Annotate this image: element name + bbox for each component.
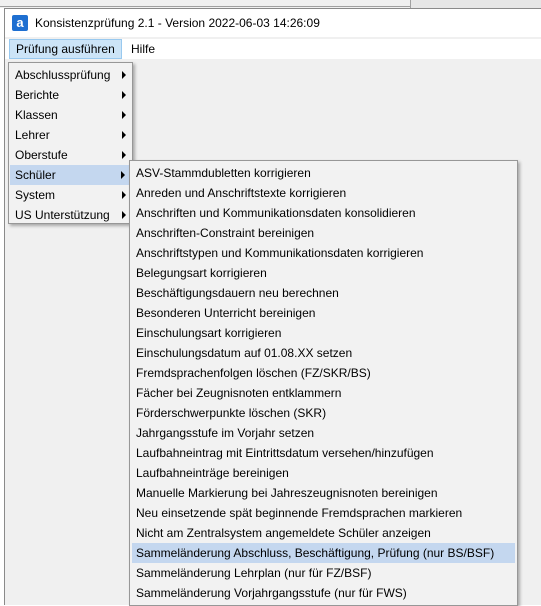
menu-item-label: Berichte [15,88,60,102]
submenu-arrow-icon [122,91,126,99]
menu-item-lehrer[interactable]: Lehrer [9,125,132,145]
menu-item-berichte[interactable]: Berichte [9,85,132,105]
submenu-arrow-icon [122,211,126,219]
menu-item-label: Klassen [15,108,58,122]
submenu-item-manuelle-markierung[interactable]: Manuelle Markierung bei Jahreszeugnisnot… [130,483,517,503]
submenu-item-anschriftstypen[interactable]: Anschriftstypen und Kommunikationsdaten … [130,243,517,263]
menu-item-oberstufe[interactable]: Oberstufe [9,145,132,165]
submenu-item-besonderer-unterricht[interactable]: Besonderen Unterricht bereinigen [130,303,517,323]
menu-item-schueler[interactable]: Schüler [10,165,131,185]
submenu-arrow-icon [122,111,126,119]
submenu-item-anreden-anschriftstexte[interactable]: Anreden und Anschriftstexte korrigieren [130,183,517,203]
submenu-item-einschulungsdatum[interactable]: Einschulungsdatum auf 01.08.XX setzen [130,343,517,363]
menu-item-klassen[interactable]: Klassen [9,105,132,125]
menu-item-label: Lehrer [15,128,50,142]
submenu-item-sammelaenderung-lehrplan[interactable]: Sammeländerung Lehrplan (nur für FZ/BSF) [130,563,517,583]
submenu-arrow-icon [122,151,126,159]
menu-item-label: US Unterstützung [15,208,110,222]
submenu-arrow-icon [122,131,126,139]
menu-item-label: Abschlussprüfung [15,68,111,82]
submenu-item-sammelaenderung-vorjahrgangsstufe[interactable]: Sammeländerung Vorjahrgangsstufe (nur fü… [130,583,517,603]
submenu-item-belegungsart[interactable]: Belegungsart korrigieren [130,263,517,283]
title-bar[interactable]: a Konsistenzprüfung 2.1 - Version 2022-0… [5,9,541,37]
menu-item-system[interactable]: System [9,185,132,205]
schueler-submenu: ASV-Stammdubletten korrigieren Anreden u… [129,160,518,606]
submenu-item-faecher-entklammern[interactable]: Fächer bei Zeugnisnoten entklammern [130,383,517,403]
background-panel [410,0,541,8]
submenu-item-anschriften-konsolidieren[interactable]: Anschriften und Kommunikationsdaten kons… [130,203,517,223]
submenu-arrow-icon [122,191,126,199]
submenu-item-beschaeftigungsdauern[interactable]: Beschäftigungsdauern neu berechnen [130,283,517,303]
menu-pruefung-ausfuehren[interactable]: Prüfung ausführen [9,39,122,59]
menu-item-label: Oberstufe [15,148,68,162]
submenu-item-anschriften-constraint[interactable]: Anschriften-Constraint bereinigen [130,223,517,243]
app-logo-icon: a [12,15,28,31]
window-title: Konsistenzprüfung 2.1 - Version 2022-06-… [35,16,320,30]
menu-hilfe[interactable]: Hilfe [125,39,161,59]
submenu-arrow-icon [122,71,126,79]
submenu-item-einschulungsart[interactable]: Einschulungsart korrigieren [130,323,517,343]
submenu-item-asv-stammdubletten[interactable]: ASV-Stammdubletten korrigieren [130,163,517,183]
submenu-arrow-icon [121,171,125,179]
pruefung-dropdown-menu: Abschlussprüfung Berichte Klassen Lehrer… [8,62,133,224]
submenu-item-jahrgangsstufe-vorjahr[interactable]: Jahrgangsstufe im Vorjahr setzen [130,423,517,443]
menu-item-abschlusspruefung[interactable]: Abschlussprüfung [9,65,132,85]
submenu-item-laufbahneintraege-bereinigen[interactable]: Laufbahneinträge bereinigen [130,463,517,483]
menu-item-us-unterstuetzung[interactable]: US Unterstützung [9,205,132,225]
submenu-item-foerderschwerpunkte[interactable]: Förderschwerpunkte löschen (SKR) [130,403,517,423]
background-divider [0,6,410,7]
submenu-item-fremdsprachenfolgen[interactable]: Fremdsprachenfolgen löschen (FZ/SKR/BS) [130,363,517,383]
menu-item-label: System [15,188,56,202]
submenu-item-sammelaenderung-abschluss[interactable]: Sammeländerung Abschluss, Beschäftigung,… [132,543,515,563]
submenu-item-laufbahneintrag-eintrittsdatum[interactable]: Laufbahneintrag mit Eintrittsdatum verse… [130,443,517,463]
menu-item-label: Schüler [15,168,56,182]
menu-bar: Prüfung ausführen Hilfe [5,39,541,59]
submenu-item-nicht-angemeldete-schueler[interactable]: Nicht am Zentralsystem angemeldete Schül… [130,523,517,543]
submenu-item-fremdsprachen-markieren[interactable]: Neu einsetzende spät beginnende Fremdspr… [130,503,517,523]
background-window-edge [0,0,541,8]
